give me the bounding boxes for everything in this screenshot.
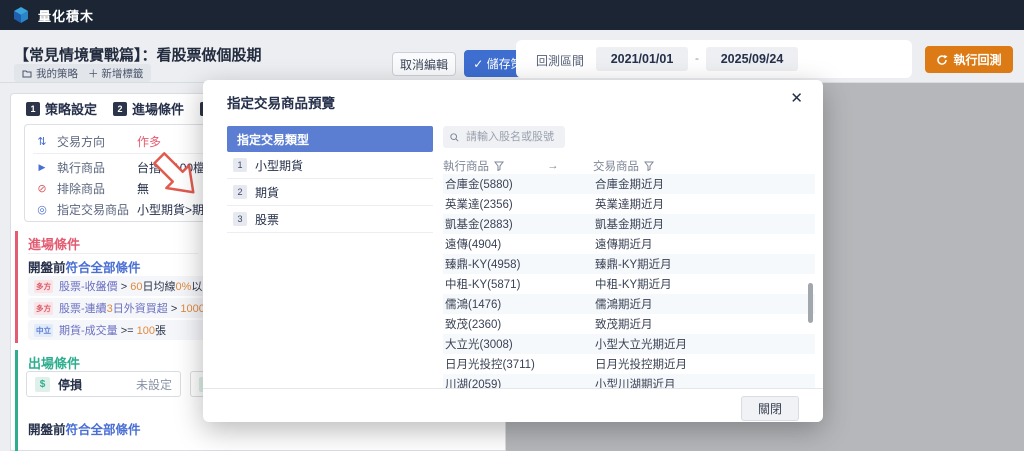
my-strategies-chip[interactable]: 我的策略 [14,64,86,82]
backtest-range-card: 回測區間 2021/01/01 - 2025/09/24 [516,40,912,78]
dollar-icon: $ [35,377,50,392]
condition-side-badge: 多方 [34,302,53,315]
table-row[interactable]: 合庫金(5880)合庫金期近月 [443,174,815,194]
tab-number: 1 [26,102,40,116]
close-icon[interactable]: ✕ [790,89,803,109]
exit-header-link[interactable]: 符合全部條件 [66,423,141,437]
tab-label: 進場條件 [132,99,184,118]
exclude-product-label: 排除商品 [57,180,105,197]
exec-product-icon: ▶ [35,162,49,173]
search-input[interactable] [464,130,558,144]
condition-text: 股票-收盤價 > 60日均線0%以上 [59,278,213,294]
tab-number: 2 [113,102,127,116]
item-label: 小型期貨 [255,157,303,174]
app-logo-cube-icon [12,6,30,24]
table-scrollbar[interactable] [808,283,813,323]
sidebar-item-futures[interactable]: 2 期貨 [227,179,433,206]
close-modal-button[interactable]: 關閉 [741,396,799,421]
exclude-product-row: ⊘ 排除商品 無 [35,180,149,197]
backtest-end-date[interactable]: 2025/09/24 [706,47,798,71]
condition-text: 股票-連續3日外資買超 > 1000張 [59,300,216,316]
app-title: 量化積木 [38,6,94,25]
new-tag-chip[interactable]: ＋ 新增標籤 [80,64,151,82]
condition-side-badge: 中立 [34,324,53,337]
page-title: 【常見情境實戰篇】：看股票做個股期 [14,44,262,65]
search-box[interactable] [443,126,565,148]
top-navbar: 量化積木 [0,0,1024,30]
entry-condition-header: 開盤前符合全部條件 [28,257,141,276]
trade-column-header: 交易商品 [593,158,639,174]
entry-section-title: 進場條件 [28,234,80,253]
table-row[interactable]: 英業達(2356)英業達期近月 [443,194,815,214]
entry-header-link[interactable]: 符合全部條件 [66,261,141,275]
table-row[interactable]: 川湖(2059)小型川湖期近月 [443,374,815,388]
table-row[interactable]: 凱基金(2883)凱基金期近月 [443,214,815,234]
exclude-product-icon: ⊘ [35,182,49,195]
direction-icon: ⇅ [35,135,49,148]
exit-section-bar [15,350,18,451]
specify-product-label: 指定交易商品 [57,201,129,218]
table-header: 執行商品 → 交易商品 [443,158,815,174]
stop-loss-label: 停損 [58,376,82,393]
search-icon [450,132,459,143]
table-row[interactable]: 臻鼎-KY(4958)臻鼎-KY期近月 [443,254,815,274]
table-row[interactable]: 中租-KY(5871)中租-KY期近月 [443,274,815,294]
folder-icon [22,69,32,78]
trade-type-header: 指定交易類型 [227,126,433,152]
item-number: 2 [233,185,247,199]
exit-section-title: 出場條件 [28,353,80,372]
condition-side-badge: 多方 [34,280,53,293]
cancel-edit-button[interactable]: 取消編輯 [392,52,456,76]
entry-divider [28,253,198,254]
entry-header-prefix: 開盤前 [28,261,66,275]
mapping-arrow-icon: → [547,160,593,172]
modal-title: 指定交易商品預覽 [227,92,335,112]
item-label: 期貨 [255,184,279,201]
sidebar-item-mini-futures[interactable]: 1 小型期貨 [227,152,433,179]
new-tag-label: ＋ 新增標籤 [88,66,143,81]
run-backtest-button[interactable]: 執行回測 [925,46,1013,73]
entry-section-bar [15,231,18,343]
table-row[interactable]: 遠傳(4904)遠傳期近月 [443,234,815,254]
stop-loss-value: 未設定 [136,376,172,393]
table-row[interactable]: 致茂(2360)致茂期近月 [443,314,815,334]
table-row[interactable]: 大立光(3008)小型大立光期近月 [443,334,815,354]
item-number: 3 [233,212,247,226]
run-backtest-label: 執行回測 [953,51,1001,68]
exec-column-header: 執行商品 [443,158,489,174]
exec-product-label: 執行商品 [57,159,105,176]
app-screen: 量化積木 【常見情境實戰篇】：看股票做個股期 我的策略 ＋ 新增標籤 取消編輯 … [0,0,1024,451]
filter-icon[interactable] [644,161,654,171]
exit-header-prefix: 開盤前 [28,423,66,437]
exit-condition-header: 開盤前符合全部條件 [28,419,141,438]
modal-footer-divider [203,388,823,389]
condition-text: 期貨-成交量 >= 100張 [59,322,166,338]
sidebar-item-stocks[interactable]: 3 股票 [227,206,433,233]
my-strategies-label: 我的策略 [36,66,78,81]
filter-icon[interactable] [494,161,504,171]
tab-strategy-settings[interactable]: 1 策略設定 [26,99,97,118]
tab-entry-conditions[interactable]: 2 進場條件 [113,99,184,118]
refresh-icon [936,54,948,66]
item-label: 股票 [255,211,279,228]
product-preview-modal: 指定交易商品預覽 ✕ 指定交易類型 1 小型期貨 2 期貨 3 股票 執行商品 [203,80,823,422]
table-row[interactable]: 儒鴻(1476)儒鴻期近月 [443,294,815,314]
backtest-start-date[interactable]: 2021/01/01 [596,47,688,71]
backtest-range-label: 回測區間 [536,52,584,69]
date-separator: - [695,51,699,65]
direction-label: 交易方向 [57,133,105,150]
pointer-arrow-annotation [148,148,206,204]
table-row[interactable]: 日月光投控(3711)日月光投控期近月 [443,354,815,374]
tab-label: 策略設定 [45,99,97,118]
product-table: 合庫金(5880)合庫金期近月 英業達(2356)英業達期近月 凱基金(2883… [443,174,815,388]
specify-product-icon: ◎ [35,203,49,216]
stop-loss-box[interactable]: $ 停損 未設定 [26,371,181,397]
item-number: 1 [233,158,247,172]
